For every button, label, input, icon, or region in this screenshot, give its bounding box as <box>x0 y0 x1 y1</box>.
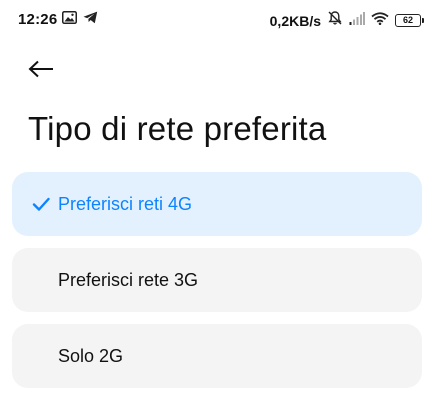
status-bar: 12:26 0,2KB/s 62 <box>0 0 435 40</box>
network-type-options: Preferisci reti 4G Preferisci rete 3G So… <box>12 172 422 400</box>
telegram-icon <box>83 11 98 29</box>
notification-icons <box>62 11 98 29</box>
wifi-icon <box>371 11 389 30</box>
status-time: 12:26 <box>18 11 58 28</box>
arrow-left-icon <box>28 60 54 83</box>
status-right: 0,2KB/s 62 <box>269 10 424 31</box>
page-title: Tipo di rete preferita <box>28 110 327 147</box>
back-button[interactable] <box>28 56 62 86</box>
battery-icon: 62 <box>395 14 424 27</box>
checkmark-icon <box>32 195 50 213</box>
screen: 12:26 0,2KB/s 62 Tipo di rete preferita … <box>0 0 435 406</box>
option-prefer-3g[interactable]: Preferisci rete 3G <box>12 248 422 312</box>
option-prefer-4g[interactable]: Preferisci reti 4G <box>12 172 422 236</box>
gallery-notification-icon <box>62 11 77 29</box>
option-label: Preferisci rete 3G <box>58 269 199 290</box>
signal-icon <box>349 11 365 30</box>
net-speed: 0,2KB/s <box>269 12 321 29</box>
option-label: Solo 2G <box>58 345 124 366</box>
mute-icon <box>327 10 343 31</box>
option-label: Preferisci reti 4G <box>58 193 193 214</box>
option-only-2g[interactable]: Solo 2G <box>12 324 422 388</box>
